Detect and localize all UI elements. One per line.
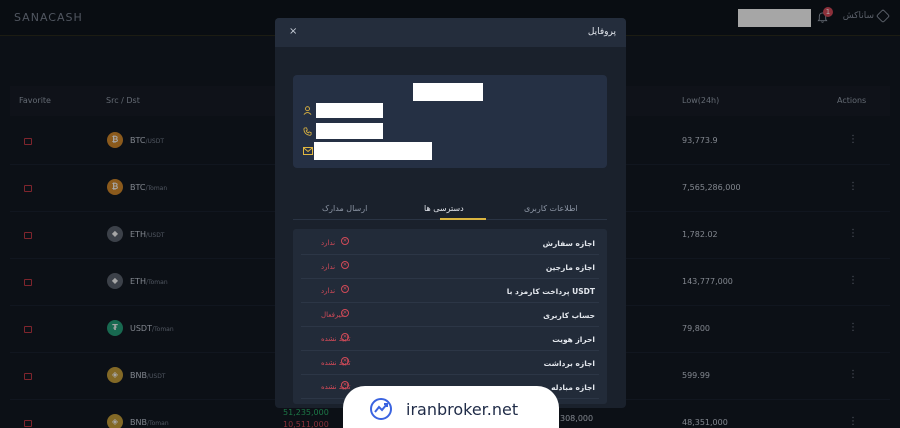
close-icon[interactable]: × [289,26,297,37]
permission-label: اجازه مبادله [551,383,595,392]
profile-username-redacted [316,103,383,118]
profile-card [293,75,607,168]
tab-documents[interactable]: ارسال مدارک [322,204,367,213]
cross-circle-icon: ✕ [341,285,349,293]
permission-status: ندارد [321,239,336,247]
permissions-list: اجازه سفارش ✕ ندارد اجازه مارجین ✕ ندارد پرداخ… [293,229,607,404]
permission-label: اجازه سفارش [542,239,595,248]
permission-label: اجازه مارجین [545,263,595,272]
watermark-text: iranbroker.net [406,400,519,419]
cross-circle-icon: ✕ [341,237,349,245]
phone-icon [303,127,312,136]
tab-user-info[interactable]: اطلاعات کاربری [524,204,578,213]
permission-label: اجازه برداشت [543,359,595,368]
permission-label: احراز هویت [552,335,595,344]
permission-status: غیرفعال [321,311,345,319]
permission-status: ندارد [321,263,336,271]
profile-tabs: اطلاعات کاربری دسترسی ها ارسال مدارک [293,202,607,220]
profile-name-redacted [413,83,483,101]
active-tab-indicator [440,218,486,220]
permission-status: تایید نشده [321,335,351,343]
app-root: SANACASH 1 ساناکش Favorite Src / Dst Low… [0,0,900,428]
tab-permissions[interactable]: دسترسی ها [424,204,464,213]
permission-label: حساب کاربری [543,311,595,320]
email-icon [303,147,313,155]
permission-row: اجازه مارجین ✕ ندارد [301,255,599,279]
permission-row: احراز هویت ✕ تایید نشده [301,327,599,351]
permission-label: پرداخت کارمزد با USDT [506,287,595,296]
iranbroker-watermark: iranbroker.net [343,386,559,428]
permission-row: حساب کاربری ✕ غیرفعال [301,303,599,327]
user-icon [303,106,312,115]
trend-chart-icon [370,398,392,420]
permission-row: پرداخت کارمزد با USDT ✕ ندارد [301,279,599,303]
permission-status: تایید نشده [321,359,351,367]
profile-modal: × پروفایل اطلاعات کاربری دسترسی ها ارسال… [275,18,626,408]
modal-header: × پروفایل [275,18,626,47]
permission-status: ندارد [321,287,336,295]
profile-email-redacted [314,142,432,160]
permission-row: اجازه برداشت ✕ تایید نشده [301,351,599,375]
profile-phone-redacted [316,123,383,139]
permission-status: تایید نشده [321,383,351,391]
modal-title: پروفایل [587,27,616,37]
permission-row: اجازه سفارش ✕ ندارد [301,231,599,255]
cross-circle-icon: ✕ [341,261,349,269]
